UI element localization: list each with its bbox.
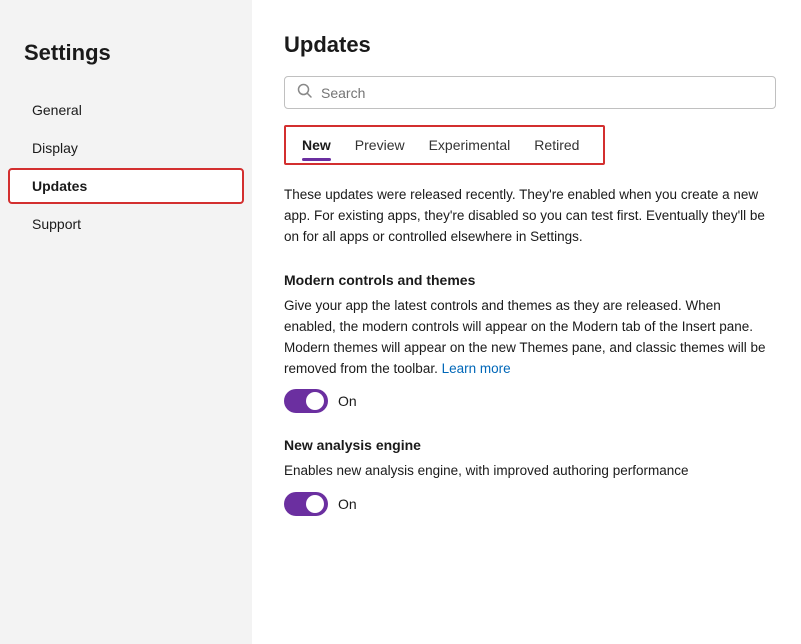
sidebar-item-label: Support bbox=[32, 216, 81, 232]
sidebar-item-label: General bbox=[32, 102, 82, 118]
sidebar: Settings General Display Updates Support bbox=[0, 0, 252, 644]
toggle-thumb bbox=[306, 392, 324, 410]
toggle-track bbox=[284, 389, 328, 413]
toggle-label-new-analysis-engine: On bbox=[338, 496, 357, 512]
sidebar-item-support[interactable]: Support bbox=[8, 206, 244, 242]
toggle-thumb bbox=[306, 495, 324, 513]
tab-new[interactable]: New bbox=[290, 133, 343, 161]
sidebar-item-general[interactable]: General bbox=[8, 92, 244, 128]
page-title: Updates bbox=[284, 32, 769, 58]
sidebar-item-label: Updates bbox=[32, 178, 87, 194]
toggle-label-modern-controls: On bbox=[338, 393, 357, 409]
feature-title-modern-controls: Modern controls and themes bbox=[284, 272, 769, 288]
toggle-new-analysis-engine[interactable] bbox=[284, 492, 328, 516]
tabs-container: New Preview Experimental Retired bbox=[284, 125, 605, 165]
toggle-row-modern-controls: On bbox=[284, 389, 769, 413]
sidebar-item-display[interactable]: Display bbox=[8, 130, 244, 166]
search-input[interactable] bbox=[321, 85, 763, 101]
feature-modern-controls: Modern controls and themes Give your app… bbox=[284, 272, 769, 414]
toggle-modern-controls[interactable] bbox=[284, 389, 328, 413]
feature-desc-new-analysis-engine: Enables new analysis engine, with improv… bbox=[284, 461, 769, 482]
search-icon bbox=[297, 83, 313, 102]
search-bar[interactable] bbox=[284, 76, 776, 109]
sidebar-item-label: Display bbox=[32, 140, 78, 156]
tab-preview[interactable]: Preview bbox=[343, 133, 417, 161]
sidebar-item-updates[interactable]: Updates bbox=[8, 168, 244, 204]
main-content: Updates New Preview Experimental Retired… bbox=[252, 0, 801, 644]
feature-new-analysis-engine: New analysis engine Enables new analysis… bbox=[284, 437, 769, 516]
feature-desc-modern-controls: Give your app the latest controls and th… bbox=[284, 296, 769, 380]
feature-title-new-analysis-engine: New analysis engine bbox=[284, 437, 769, 453]
tab-experimental[interactable]: Experimental bbox=[417, 133, 523, 161]
tab-retired[interactable]: Retired bbox=[522, 133, 591, 161]
learn-more-link-modern-controls[interactable]: Learn more bbox=[442, 361, 511, 376]
section-description: These updates were released recently. Th… bbox=[284, 185, 769, 248]
app-title: Settings bbox=[0, 24, 252, 90]
toggle-track bbox=[284, 492, 328, 516]
toggle-row-new-analysis-engine: On bbox=[284, 492, 769, 516]
